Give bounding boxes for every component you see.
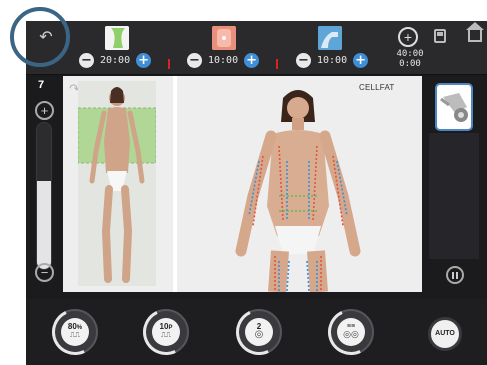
intensity-slider-fill xyxy=(37,181,51,269)
mini-body-selector[interactable] xyxy=(77,81,157,286)
timeline-marker-1 xyxy=(168,59,170,69)
intensity-slider[interactable] xyxy=(36,122,52,270)
top-toolbar: ↶ − 20:00 + − 10:00 + − 10:00 + + 40:00 … xyxy=(26,21,487,75)
arm-zone-icon xyxy=(318,26,342,50)
intensity-value: 7 xyxy=(38,79,45,91)
zone-thumb-abdomen[interactable] xyxy=(212,26,236,50)
zone-time-1: − 20:00 + xyxy=(79,52,152,68)
decrease-zone-1-button[interactable]: − xyxy=(79,52,94,68)
target-icon: ◎ xyxy=(254,329,264,340)
frequency-knob-face: 10P ⎍⎍ xyxy=(152,318,180,346)
zone-thumb-legs[interactable] xyxy=(105,26,129,50)
power-knob[interactable]: 80% ⎍⎍ xyxy=(45,302,105,362)
increase-zone-3-button[interactable]: + xyxy=(353,52,369,68)
handpiece-column xyxy=(429,133,479,259)
settings-knob-face: ≡≡ ◎◎ xyxy=(337,318,365,346)
session-times: 40:00 0:00 xyxy=(390,49,430,69)
frequency-knob[interactable]: 10P ⎍⎍ xyxy=(136,302,196,362)
elapsed-time: 0:00 xyxy=(399,59,421,69)
back-button-highlight-ring xyxy=(10,7,70,67)
decrease-zone-3-button[interactable]: − xyxy=(296,52,311,68)
home-icon[interactable] xyxy=(466,22,484,42)
increase-zone-1-button[interactable]: + xyxy=(136,52,152,68)
handpiece-icon xyxy=(440,93,468,122)
body-map-panel: ↷ CELLFAT xyxy=(63,76,422,292)
frequency-value: 10P xyxy=(159,322,173,332)
handpiece-selector[interactable] xyxy=(435,83,473,131)
zone-time-2-label: 10:00 xyxy=(208,54,239,66)
zone-time-1-label: 20:00 xyxy=(100,54,131,66)
increase-intensity-button[interactable]: + xyxy=(35,101,54,120)
zone-thumb-arm[interactable] xyxy=(318,26,342,50)
treatment-body-figure xyxy=(235,90,361,292)
legs-zone-icon xyxy=(105,26,129,50)
zone-time-3-label: 10:00 xyxy=(317,54,348,66)
total-time: 40:00 xyxy=(396,49,424,59)
zone-time-3: − 10:00 + xyxy=(296,52,369,68)
pause-button[interactable] xyxy=(446,266,464,284)
increase-zone-2-button[interactable]: + xyxy=(244,52,260,68)
power-value: 80% xyxy=(67,322,83,332)
mode-knob[interactable]: 2 ◎ xyxy=(229,302,289,362)
zone-time-2: − 10:00 + xyxy=(187,52,260,68)
auto-button[interactable]: AUTO xyxy=(428,317,462,351)
abdomen-zone-icon xyxy=(212,26,236,50)
decrease-zone-2-button[interactable]: − xyxy=(187,52,202,68)
device-screen: ↶ − 20:00 + − 10:00 + − 10:00 + + 40:00 … xyxy=(26,21,487,365)
pulse-icon: ⎍⎍ xyxy=(161,332,171,339)
full-body-figure xyxy=(77,87,157,283)
mode-knob-face: 2 ◎ xyxy=(245,318,273,346)
panel-divider xyxy=(173,76,177,292)
frequency-unit: P xyxy=(168,325,173,331)
add-time-button[interactable]: + xyxy=(398,27,418,47)
settings-knob[interactable]: ≡≡ ◎◎ xyxy=(321,302,381,362)
decrease-intensity-button[interactable]: − xyxy=(35,263,54,282)
power-unit: % xyxy=(76,325,83,331)
timeline-marker-2 xyxy=(276,59,278,69)
waveform-icon: ⎍⎍ xyxy=(70,332,80,339)
dual-circle-icon: ◎◎ xyxy=(343,329,359,339)
save-icon[interactable] xyxy=(434,29,446,43)
power-knob-face: 80% ⎍⎍ xyxy=(61,318,89,346)
